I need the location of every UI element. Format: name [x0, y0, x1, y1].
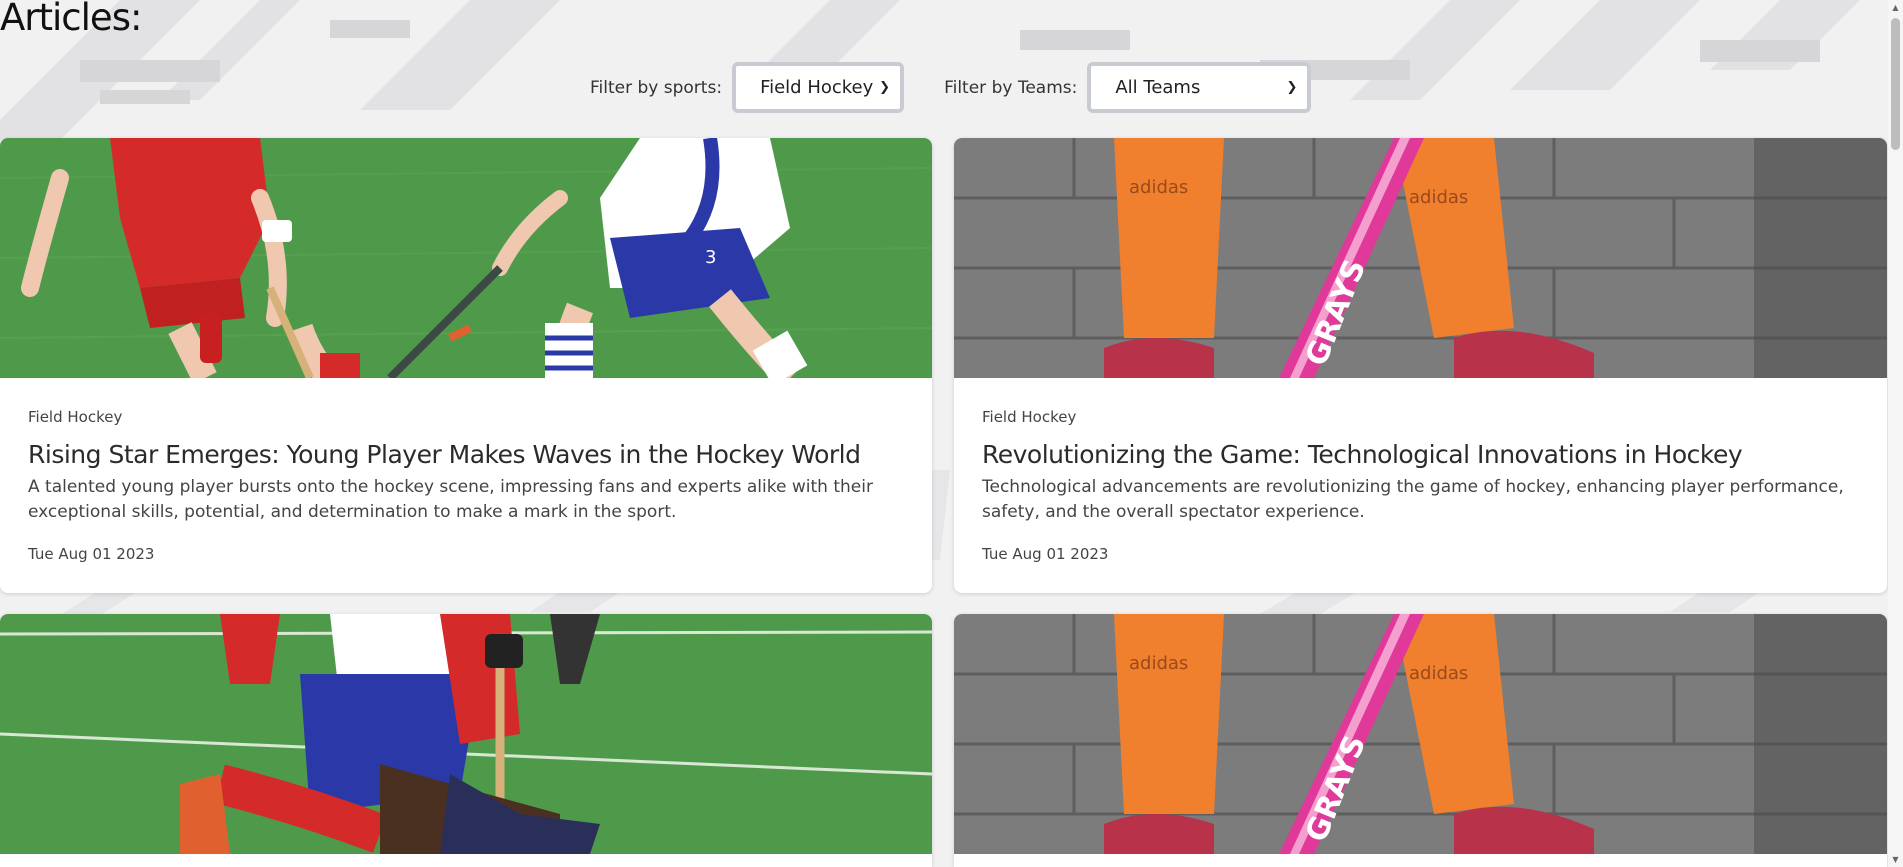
page-scrollbar[interactable]: ▲ ▼	[1888, 0, 1903, 867]
article-body: Field Hockey Revolutionizing the Game: T…	[982, 408, 1859, 563]
article-date: Tue Aug 01 2023	[982, 545, 1109, 563]
article-card[interactable]	[0, 614, 932, 867]
sports-filter-select[interactable]: Field Hockey ❯	[732, 62, 905, 113]
articles-page: Articles: Filter by sports: Field Hockey…	[0, 0, 1888, 867]
chevron-down-icon: ❯	[1286, 80, 1298, 95]
scroll-up-arrow-icon[interactable]: ▲	[1888, 0, 1903, 15]
article-category: Field Hockey	[982, 408, 1077, 426]
article-image[interactable]: adidas adidas GRAYS	[954, 614, 1887, 854]
article-image[interactable]	[0, 614, 932, 854]
sock-brand: adidas	[1409, 187, 1468, 208]
article-description: Technological advancements are revolutio…	[982, 477, 1844, 522]
article-title[interactable]: Rising Star Emerges: Young Player Makes …	[28, 440, 904, 469]
sports-filter-label: Filter by sports:	[590, 77, 723, 98]
article-title[interactable]: Revolutionizing the Game: Technological …	[982, 440, 1859, 469]
sock-brand: adidas	[1129, 653, 1188, 674]
sports-filter-value: Field Hockey	[760, 77, 874, 98]
sock-brand: adidas	[1129, 177, 1188, 198]
article-date: Tue Aug 01 2023	[28, 545, 155, 563]
article-category: Field Hockey	[28, 408, 123, 426]
article-card[interactable]: adidas adidas GRAYS	[954, 614, 1887, 867]
article-card[interactable]: adidas adidas GRAYS Field Hockey Revolut…	[954, 138, 1887, 593]
teams-filter-select[interactable]: All Teams ❯	[1087, 62, 1312, 113]
scroll-down-arrow-icon[interactable]: ▼	[1888, 852, 1903, 867]
sock-brand: adidas	[1409, 663, 1468, 684]
scrollbar-thumb[interactable]	[1891, 18, 1900, 150]
page-title: Articles:	[0, 0, 142, 39]
chevron-down-icon: ❯	[879, 80, 891, 95]
article-image[interactable]: 3	[0, 138, 932, 378]
article-description: A talented young player bursts onto the …	[28, 477, 873, 522]
teams-filter-label: Filter by Teams:	[944, 77, 1078, 98]
teams-filter-value: All Teams	[1115, 77, 1201, 98]
article-body: Field Hockey Rising Star Emerges: Young …	[28, 408, 904, 563]
article-card[interactable]: 3 Field Hockey Rising Star Emerges: Youn…	[0, 138, 932, 593]
filter-bar: Filter by sports: Field Hockey ❯ Filter …	[590, 62, 1312, 113]
jersey-number: 3	[705, 247, 716, 268]
article-image[interactable]: adidas adidas GRAYS	[954, 138, 1887, 378]
